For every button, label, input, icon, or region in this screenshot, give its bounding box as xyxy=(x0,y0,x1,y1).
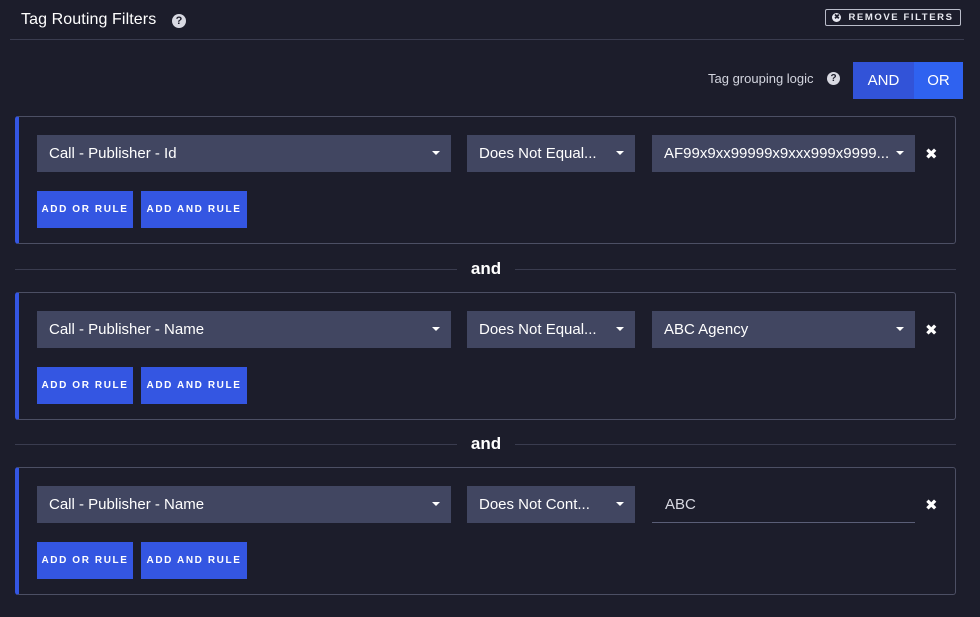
value-select[interactable]: ABC Agency xyxy=(652,311,915,348)
close-circle-icon: ✖ xyxy=(832,13,842,22)
field-select[interactable]: Call - Publisher - Id xyxy=(37,135,451,172)
field-select[interactable]: Call - Publisher - Name xyxy=(37,486,451,523)
page-title: Tag Routing Filters xyxy=(21,11,157,28)
connector-label: and xyxy=(470,259,502,278)
divider xyxy=(15,269,457,270)
tag-grouping-label: Tag grouping logic xyxy=(708,71,814,86)
divider xyxy=(515,269,956,270)
connector-label: and xyxy=(470,434,502,453)
help-icon[interactable]: ? xyxy=(172,14,186,28)
grouping-or-option[interactable]: OR xyxy=(914,62,963,99)
field-select-value: Call - Publisher - Id xyxy=(49,145,177,162)
caret-down-icon xyxy=(616,502,624,506)
delete-rule-icon[interactable]: ✖ xyxy=(925,145,938,163)
divider xyxy=(15,444,457,445)
add-and-rule-button[interactable]: ADD AND RULE xyxy=(141,191,247,228)
operator-select-value: Does Not Cont... xyxy=(479,496,590,513)
operator-select-value: Does Not Equal... xyxy=(479,145,597,162)
field-select-value: Call - Publisher - Name xyxy=(49,496,205,513)
add-or-rule-button[interactable]: ADD OR RULE xyxy=(37,542,133,579)
operator-select[interactable]: Does Not Cont... xyxy=(467,486,635,523)
caret-down-icon xyxy=(432,151,440,155)
field-select[interactable]: Call - Publisher - Name xyxy=(37,311,451,348)
add-or-rule-button[interactable]: ADD OR RULE xyxy=(37,191,133,228)
operator-select[interactable]: Does Not Equal... xyxy=(467,135,635,172)
value-select-value: ABC Agency xyxy=(664,321,749,338)
help-icon[interactable]: ? xyxy=(827,72,840,85)
field-select-value: Call - Publisher - Name xyxy=(49,321,205,338)
tag-grouping-toggle: AND OR xyxy=(853,62,963,99)
and-connector: and xyxy=(15,259,956,281)
and-connector: and xyxy=(15,434,956,456)
operator-select[interactable]: Does Not Equal... xyxy=(467,311,635,348)
panel-header: Tag Routing Filters ? ✖ REMOVE FILTERS xyxy=(0,0,980,40)
add-and-rule-button[interactable]: ADD AND RULE xyxy=(141,542,247,579)
add-or-rule-button[interactable]: ADD OR RULE xyxy=(37,367,133,404)
caret-down-icon xyxy=(432,502,440,506)
rule-group: Call - Publisher - Id Does Not Equal... … xyxy=(15,116,956,244)
divider xyxy=(515,444,956,445)
add-and-rule-button[interactable]: ADD AND RULE xyxy=(141,367,247,404)
delete-rule-icon[interactable]: ✖ xyxy=(925,321,938,339)
operator-select-value: Does Not Equal... xyxy=(479,321,597,338)
remove-filters-button[interactable]: ✖ REMOVE FILTERS xyxy=(825,9,961,26)
grouping-and-option[interactable]: AND xyxy=(853,62,914,99)
value-input[interactable] xyxy=(652,486,915,523)
caret-down-icon xyxy=(896,151,904,155)
value-select-value: AF99x9xx99999x9xxx999x9999... xyxy=(664,145,890,162)
value-select[interactable]: AF99x9xx99999x9xxx999x9999... xyxy=(652,135,915,172)
caret-down-icon xyxy=(616,151,624,155)
rule-group: Call - Publisher - Name Does Not Cont...… xyxy=(15,467,956,595)
delete-rule-icon[interactable]: ✖ xyxy=(925,496,938,514)
caret-down-icon xyxy=(896,327,904,331)
caret-down-icon xyxy=(616,327,624,331)
caret-down-icon xyxy=(432,327,440,331)
divider xyxy=(10,39,964,40)
rule-group: Call - Publisher - Name Does Not Equal..… xyxy=(15,292,956,420)
remove-filters-label: REMOVE FILTERS xyxy=(848,12,954,23)
